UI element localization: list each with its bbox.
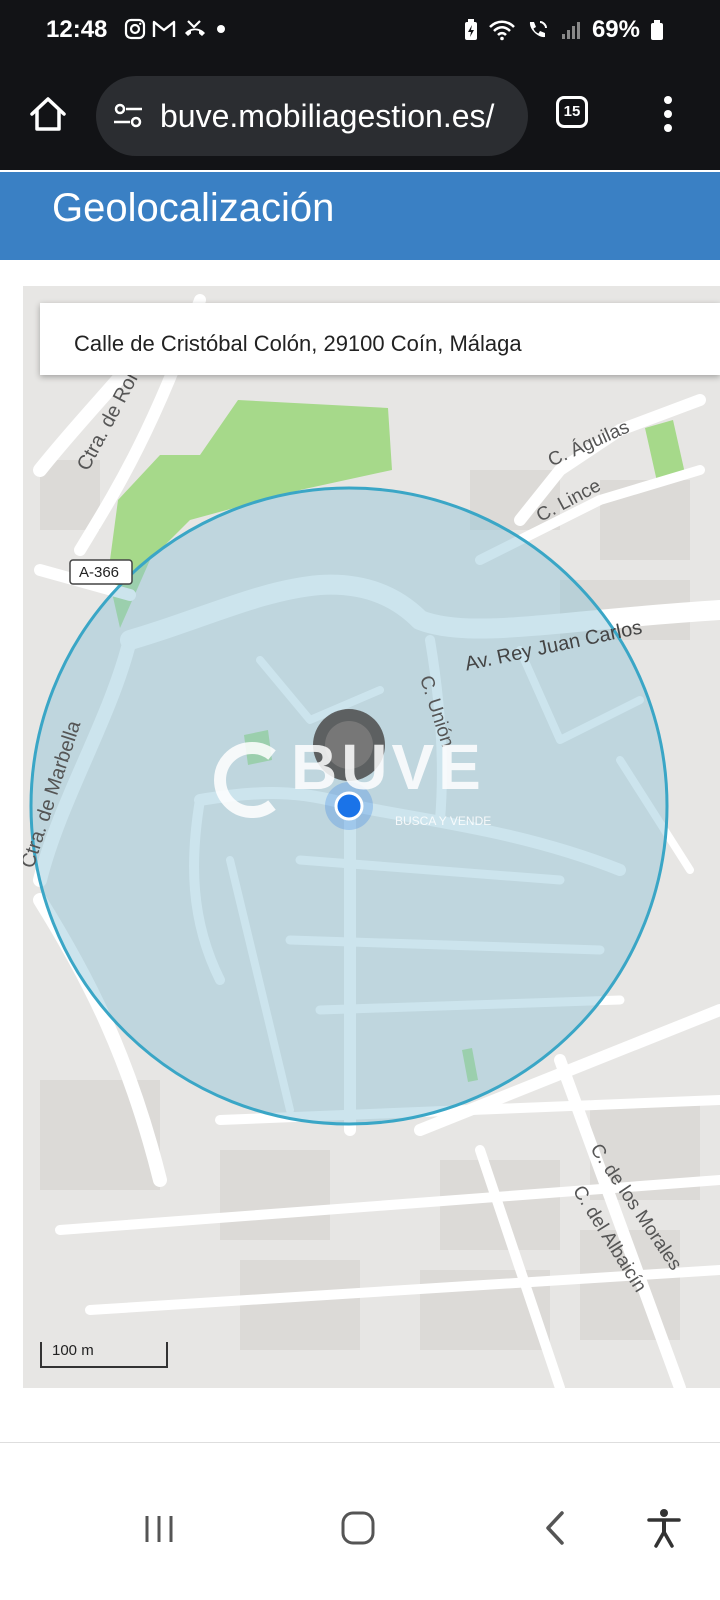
address-text[interactable]: Calle de Cristóbal Colón, 29100 Coín, Má… (74, 331, 522, 357)
gmail-icon (152, 20, 176, 37)
watermark-tagline: BUSCA Y VENDE (395, 814, 492, 828)
page-title: Geolocalización (52, 186, 335, 230)
map-canvas[interactable] (23, 286, 720, 1388)
system-navigation-bar (0, 1500, 720, 1600)
map-scale-label: 100 m (52, 1342, 94, 1359)
more-options-icon[interactable] (660, 94, 676, 134)
road-badge-label: A-366 (79, 564, 120, 581)
battery-percentage: 69% (591, 16, 640, 43)
home-icon[interactable] (28, 94, 68, 134)
recent-apps-icon[interactable] (142, 1512, 176, 1546)
wifi-calling-icon (529, 21, 547, 38)
divider (0, 1442, 720, 1443)
battery-icon (651, 20, 663, 40)
site-settings-icon[interactable] (112, 102, 144, 130)
tab-switcher-button[interactable]: 15 (556, 96, 588, 128)
address-search-box[interactable]: Calle de Cristóbal Colón, 29100 Coín, Má… (40, 303, 720, 375)
dot-icon (217, 25, 225, 33)
signal-icon (561, 22, 580, 39)
system-icons: 69% (464, 16, 664, 44)
back-icon[interactable] (540, 1510, 570, 1546)
address-bar[interactable]: buve.mobiliagestion.es/ (96, 76, 528, 156)
map-scale-bar: 100 m (40, 1342, 168, 1368)
url-text[interactable]: buve.mobiliagestion.es/ (160, 98, 520, 135)
status-time: 12:48 (46, 16, 108, 43)
notification-icons (124, 18, 228, 40)
accessibility-icon[interactable] (646, 1508, 682, 1548)
status-bar: 12:48 69% (0, 0, 720, 64)
browser-toolbar: buve.mobiliagestion.es/ 15 (0, 64, 720, 170)
home-nav-icon[interactable] (340, 1510, 376, 1546)
map-view[interactable]: A-366 Ctra. de Ronda Ctra. de Marbella C… (23, 286, 720, 1388)
page-header: Geolocalización (0, 172, 720, 260)
battery-saver-icon (464, 19, 477, 40)
instagram-icon (124, 18, 146, 40)
watermark-brand: BUVE (291, 731, 485, 803)
missed-call-icon (185, 20, 205, 36)
wifi-icon (489, 20, 515, 41)
